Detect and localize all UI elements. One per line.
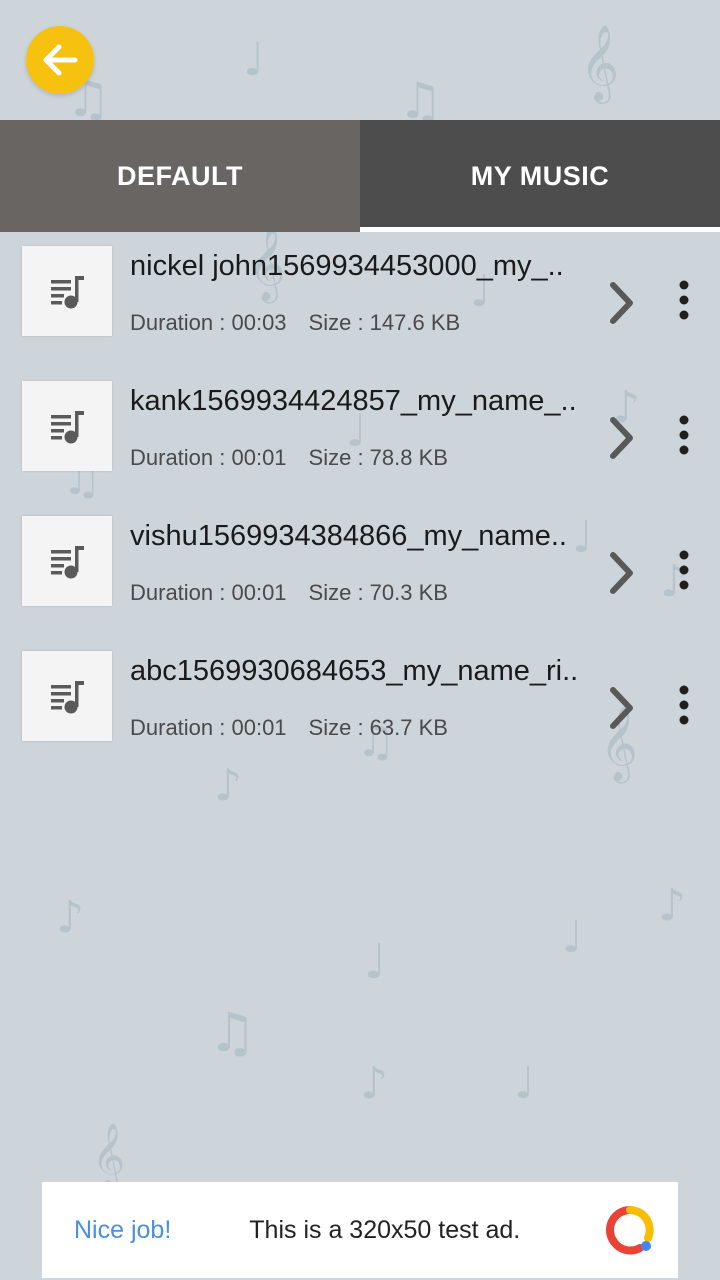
tab-bar: DEFAULT MY MUSIC bbox=[0, 120, 720, 232]
song-title: nickel john1569934453000_my_.. bbox=[130, 250, 564, 282]
song-duration: Duration : 00:03 bbox=[130, 310, 287, 335]
more-vert-icon[interactable] bbox=[670, 683, 698, 727]
ad-text: This is a 320x50 test ad. bbox=[249, 1215, 521, 1244]
song-size: Size : 147.6 KB bbox=[308, 310, 461, 335]
song-title: abc1569930684653_my_name_ri.. bbox=[130, 655, 579, 687]
more-vert-icon[interactable] bbox=[670, 413, 698, 457]
arrow-left-icon bbox=[43, 44, 78, 76]
playlist-icon-thumbnail bbox=[22, 381, 112, 471]
song-duration: Duration : 00:01 bbox=[130, 445, 287, 470]
song-size: Size : 70.3 KB bbox=[308, 580, 448, 605]
song-title: kank1569934424857_my_name_.. bbox=[130, 385, 577, 417]
playlist-music-icon bbox=[51, 546, 84, 579]
back-button[interactable] bbox=[26, 26, 94, 94]
list-item[interactable]: nickel john1569934453000_my_.. Duration … bbox=[0, 232, 720, 367]
chevron-right-icon[interactable] bbox=[606, 415, 636, 461]
song-meta: Duration : 00:01 Size : 70.3 KB bbox=[130, 580, 448, 606]
playlist-icon-thumbnail bbox=[22, 246, 112, 336]
song-duration: Duration : 00:01 bbox=[130, 580, 287, 605]
ad-nice-job-label: Nice job! bbox=[74, 1215, 172, 1244]
list-item[interactable]: abc1569930684653_my_name_ri.. Duration :… bbox=[0, 637, 720, 772]
song-size: Size : 78.8 KB bbox=[308, 445, 448, 470]
playlist-icon-thumbnail bbox=[22, 651, 112, 741]
playlist-music-icon bbox=[51, 681, 84, 714]
more-vert-icon[interactable] bbox=[670, 548, 698, 592]
song-meta: Duration : 00:01 Size : 63.7 KB bbox=[130, 715, 448, 741]
chevron-right-icon[interactable] bbox=[606, 280, 636, 326]
song-duration: Duration : 00:01 bbox=[130, 715, 287, 740]
list-item[interactable]: kank1569934424857_my_name_.. Duration : … bbox=[0, 367, 720, 502]
playlist-music-icon bbox=[51, 411, 84, 444]
playlist-music-icon bbox=[51, 276, 84, 309]
tab-my-music[interactable]: MY MUSIC bbox=[360, 120, 720, 232]
test-ad-banner[interactable]: Nice job! This is a 320x50 test ad. bbox=[42, 1182, 678, 1278]
song-title: vishu1569934384866_my_name.. bbox=[130, 520, 567, 552]
tab-my-music-label: MY MUSIC bbox=[470, 160, 610, 191]
song-size: Size : 63.7 KB bbox=[308, 715, 448, 740]
playlist-icon-thumbnail bbox=[22, 516, 112, 606]
chevron-right-icon[interactable] bbox=[606, 550, 636, 596]
tab-default-label: DEFAULT bbox=[117, 160, 243, 191]
chevron-right-icon[interactable] bbox=[606, 685, 636, 731]
tab-default[interactable]: DEFAULT bbox=[0, 120, 360, 232]
list-item[interactable]: vishu1569934384866_my_name.. Duration : … bbox=[0, 502, 720, 637]
song-meta: Duration : 00:03 Size : 147.6 KB bbox=[130, 310, 460, 336]
song-list: nickel john1569934453000_my_.. Duration … bbox=[0, 232, 720, 772]
ad-logo-icon bbox=[606, 1206, 654, 1255]
song-meta: Duration : 00:01 Size : 78.8 KB bbox=[130, 445, 448, 471]
more-vert-icon[interactable] bbox=[670, 278, 698, 322]
